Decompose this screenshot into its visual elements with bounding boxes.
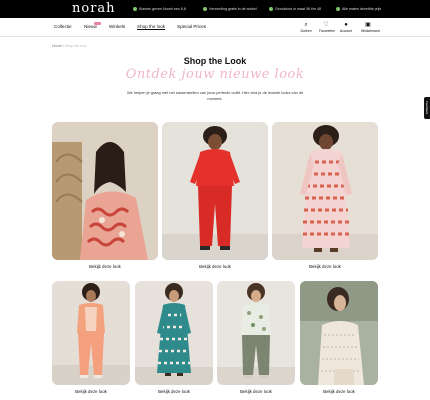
check-icon (203, 7, 207, 11)
look-image[interactable] (52, 281, 130, 385)
check-icon (336, 7, 340, 11)
look-image[interactable] (272, 122, 378, 260)
check-icon (269, 7, 273, 11)
breadcrumb: Home / Shop the look (52, 44, 87, 48)
page-title: Shop the Look (183, 56, 247, 66)
look-photo (300, 281, 378, 385)
look-photo (217, 281, 295, 385)
check-icon (133, 7, 137, 11)
view-look-link[interactable]: Bekijk deze look (52, 264, 158, 269)
view-look-link[interactable]: Bekijk deze look (135, 389, 213, 394)
look-image[interactable] (52, 122, 158, 260)
view-look-link[interactable]: Bekijk deze look (217, 389, 295, 394)
look-photo (52, 281, 130, 385)
user-icon: ● (344, 22, 348, 28)
breadcrumb-separator: / (62, 44, 64, 48)
favorites-button[interactable]: ♡ Favorieten (319, 22, 335, 33)
usp-item: Verzending gratis in de winkel (203, 5, 257, 13)
search-button[interactable]: ⌕ Zoeken (299, 22, 313, 33)
nav-item-winkels[interactable]: Winkels (109, 24, 125, 29)
breadcrumb-current: Shop the look (64, 44, 87, 48)
usp-item: Klanten geven Norah een 8,8 (133, 5, 186, 13)
look-image[interactable] (162, 122, 268, 260)
page-subtitle: Ontdek jouw nieuwe look (125, 67, 305, 82)
search-icon: ⌕ (304, 22, 308, 28)
heart-icon: ♡ (323, 22, 329, 28)
top-bar: norah Klanten geven Norah een 8,8 Verzen… (0, 0, 430, 18)
look-photo (272, 122, 378, 260)
nav-item-special-prices[interactable]: Special Prices (177, 24, 206, 29)
view-look-link[interactable]: Bekijk deze look (300, 389, 378, 394)
bag-icon: ▣ (365, 22, 371, 28)
usp-item: Geruisloos in maat 36 t/m 48 (269, 5, 321, 13)
feedback-tab[interactable]: Feedback (424, 97, 430, 119)
main-nav: Collectie Nieuw Winkels Shop the look Sp… (0, 18, 430, 37)
nav-item-collectie[interactable]: Collectie (54, 24, 72, 29)
look-image[interactable] (135, 281, 213, 385)
view-look-link[interactable]: Bekijk deze look (162, 264, 268, 269)
look-photo (52, 122, 158, 260)
new-badge (94, 22, 101, 25)
breadcrumb-home[interactable]: Home (52, 44, 62, 48)
cart-button[interactable]: ▣ Winkelmand (361, 22, 380, 33)
look-image[interactable] (217, 281, 295, 385)
intro-text: We helpen je graag met het samenstellen … (127, 90, 303, 102)
look-photo (135, 281, 213, 385)
usp-item: Alle maten dezelfde prijs (336, 5, 381, 13)
account-button[interactable]: ● Account (339, 22, 353, 33)
look-photo (162, 122, 268, 260)
view-look-link[interactable]: Bekijk deze look (52, 389, 130, 394)
view-look-link[interactable]: Bekijk deze look (272, 264, 378, 269)
nav-item-shop-the-look[interactable]: Shop the look (137, 24, 165, 29)
look-image[interactable] (300, 281, 378, 385)
brand-logo[interactable]: norah (72, 1, 116, 17)
